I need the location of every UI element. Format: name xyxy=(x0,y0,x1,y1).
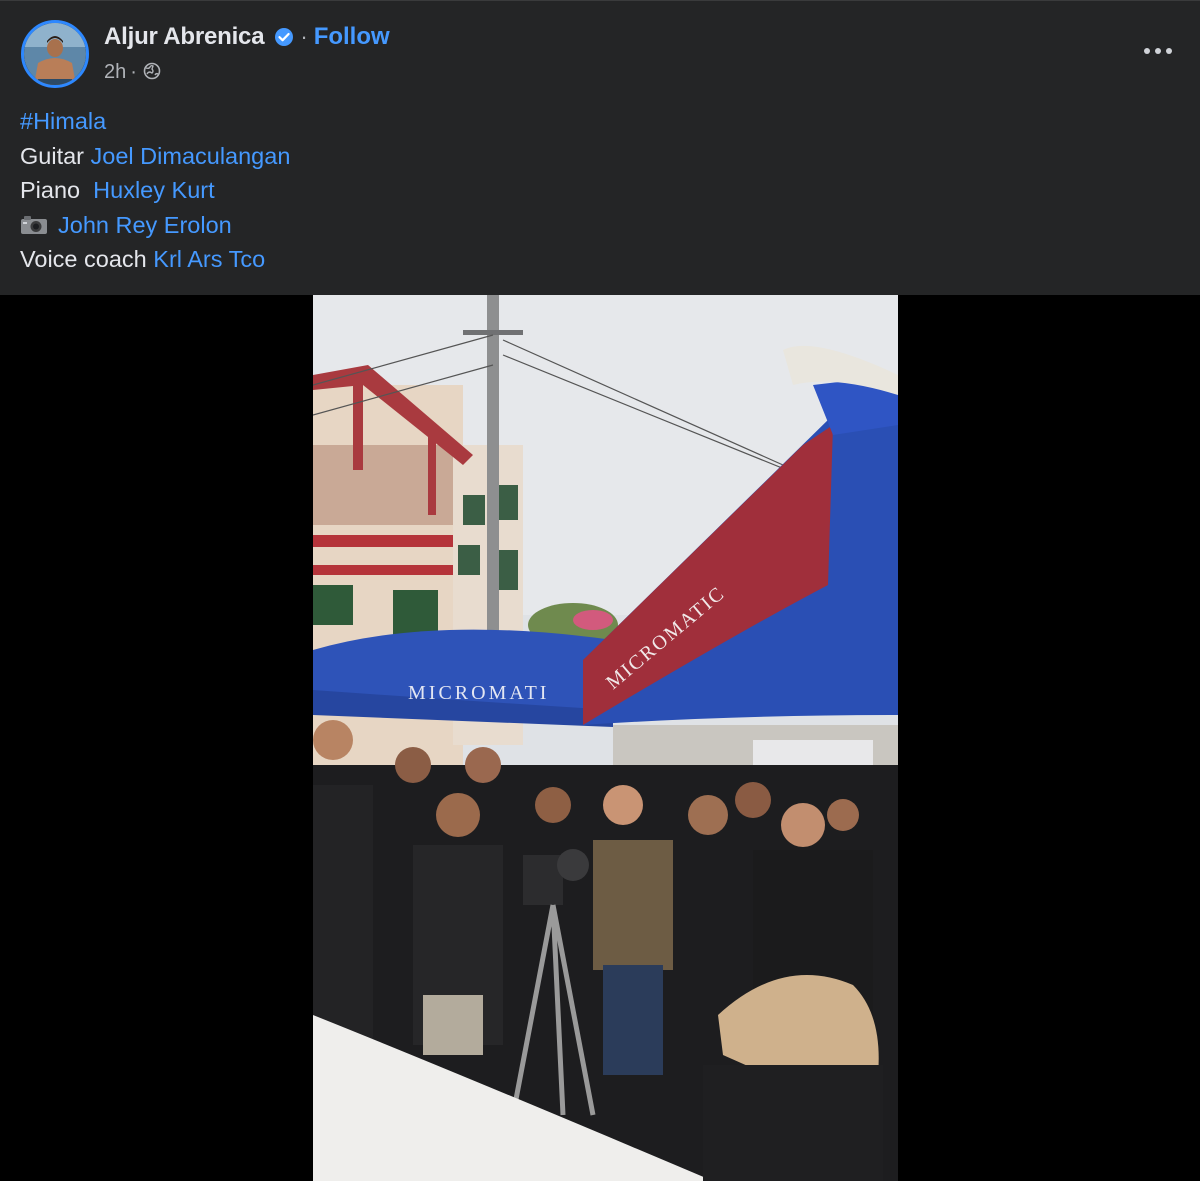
globe-icon[interactable] xyxy=(143,62,163,82)
separator-dot: · xyxy=(300,24,308,49)
caption-credit-line: Guitar Joel Dimaculangan xyxy=(20,139,290,174)
post-caption: #Himala Guitar Joel Dimaculangan Piano H… xyxy=(20,104,290,277)
author-name[interactable]: Aljur Abrenica xyxy=(104,23,265,51)
media-frame: MICROMATI MICROMATIC xyxy=(0,295,1200,1181)
post-photo[interactable]: MICROMATI MICROMATIC xyxy=(313,295,898,1181)
more-options-button[interactable] xyxy=(1136,33,1180,69)
credit-person-link[interactable]: John Rey Erolon xyxy=(58,208,232,243)
post-meta: 2h · xyxy=(104,59,163,85)
author-row: Aljur Abrenica · Follow xyxy=(104,21,390,53)
umbrella-left-text: MICROMATI xyxy=(408,682,549,704)
caption-hashtag-line: #Himala xyxy=(20,104,290,139)
caption-credit-line: Voice coach Krl Ars Tco xyxy=(20,242,290,277)
credit-role: Piano xyxy=(20,177,94,203)
credit-person-link[interactable]: Krl Ars Tco xyxy=(153,242,265,277)
follow-button[interactable]: Follow xyxy=(314,23,390,51)
more-options-icon xyxy=(1144,48,1172,54)
credit-person-link[interactable]: Huxley Kurt xyxy=(93,173,214,208)
caption-credit-line: Piano Huxley Kurt xyxy=(20,173,290,208)
verified-badge-icon xyxy=(274,27,294,47)
meta-separator: · xyxy=(130,60,137,83)
avatar-photo xyxy=(24,23,86,85)
credit-person-link[interactable]: Joel Dimaculangan xyxy=(91,139,291,174)
credit-role: Guitar xyxy=(20,142,91,169)
caption-credit-line: John Rey Erolon xyxy=(20,208,290,243)
photo-scene: MICROMATI MICROMATIC xyxy=(313,295,898,1181)
avatar[interactable] xyxy=(21,20,89,88)
camera-icon xyxy=(20,215,48,235)
post-header: Aljur Abrenica · Follow 2h · #Himala Gui… xyxy=(0,0,1200,295)
hashtag-link[interactable]: #Himala xyxy=(20,104,106,139)
credit-role: Voice coach xyxy=(20,246,154,272)
post-timestamp[interactable]: 2h xyxy=(104,61,126,84)
